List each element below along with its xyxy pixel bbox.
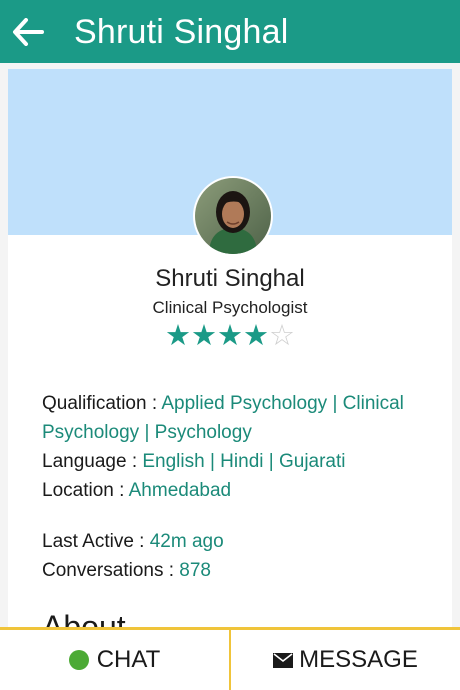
chat-label: CHAT bbox=[96, 646, 161, 673]
conversations-label: Conversations : bbox=[42, 560, 180, 581]
star-filled-icon: ★★★★ bbox=[165, 320, 269, 352]
star-empty-icon: ☆ bbox=[269, 320, 295, 352]
back-arrow-icon bbox=[13, 18, 44, 46]
profile-role: Clinical Psychologist bbox=[152, 298, 308, 317]
qualification-row: Qualification : Applied Psychology | Cli… bbox=[42, 389, 442, 447]
envelope-icon bbox=[273, 652, 294, 668]
location-row: Location : Ahmedabad bbox=[42, 476, 442, 505]
rating-stars: ★★★★☆ bbox=[8, 320, 452, 352]
app-bar: Shruti Singhal bbox=[0, 0, 460, 63]
conversations-value: 878 bbox=[179, 560, 211, 581]
qualification-label: Qualification : bbox=[42, 393, 162, 414]
profile-details: Qualification : Applied Psychology | Cli… bbox=[42, 389, 442, 585]
message-label: MESSAGE bbox=[299, 646, 418, 673]
chat-button[interactable]: CHAT bbox=[0, 630, 231, 690]
language-label: Language : bbox=[42, 451, 143, 472]
avatar bbox=[193, 176, 273, 256]
last-active-label: Last Active : bbox=[42, 531, 150, 552]
conversations-row: Conversations : 878 bbox=[42, 556, 442, 585]
last-active-value: 42m ago bbox=[149, 531, 224, 552]
page-title: Shruti Singhal bbox=[74, 13, 289, 51]
back-button[interactable] bbox=[10, 14, 46, 50]
online-status-icon bbox=[68, 650, 89, 670]
profile-name: Shruti Singhal bbox=[155, 265, 305, 292]
location-label: Location : bbox=[42, 480, 129, 501]
location-value: Ahmedabad bbox=[128, 480, 232, 501]
language-row: Language : English | Hindi | Gujarati bbox=[42, 447, 442, 476]
avatar-photo bbox=[195, 178, 271, 254]
language-value: English | Hindi | Gujarati bbox=[142, 451, 346, 472]
profile-card: Shruti Singhal Clinical Psychologist ★★★… bbox=[8, 69, 452, 639]
message-button[interactable]: MESSAGE bbox=[231, 630, 460, 690]
last-active-row: Last Active : 42m ago bbox=[42, 527, 442, 556]
action-bar: CHAT MESSAGE bbox=[0, 627, 460, 690]
profile-page: Shruti Singhal Clinical Psychologist ★★★… bbox=[0, 63, 460, 639]
